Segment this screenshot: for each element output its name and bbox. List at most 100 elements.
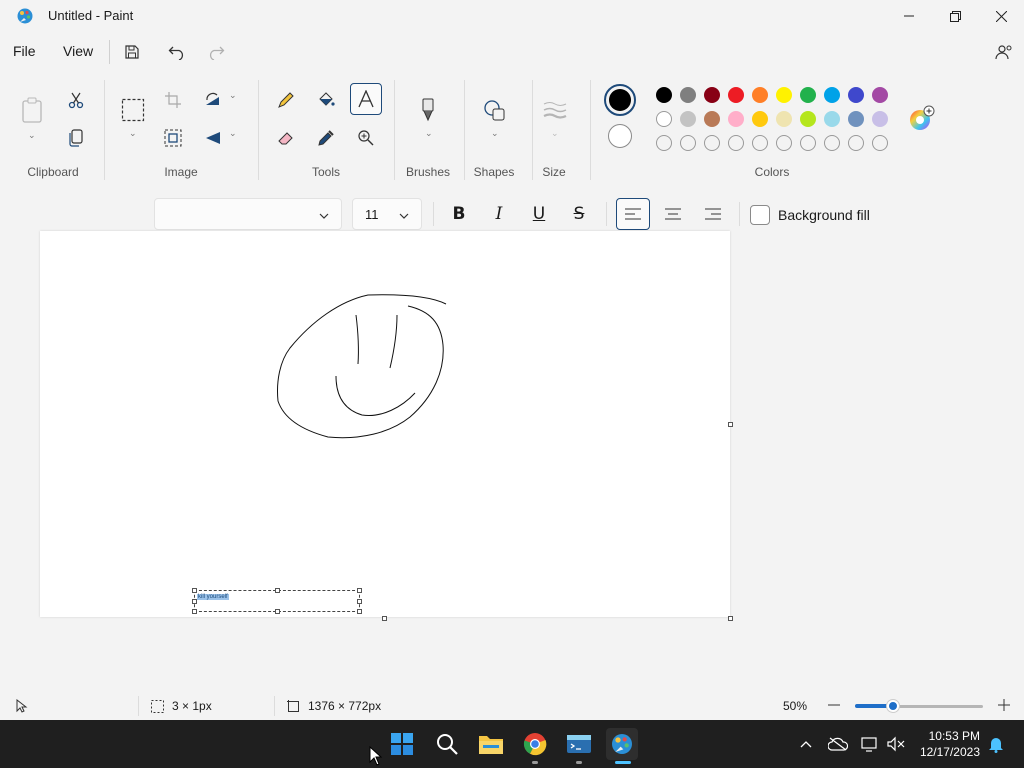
fill-bucket-icon[interactable] <box>310 84 342 116</box>
color-swatch[interactable] <box>872 111 888 127</box>
canvas-resize-handle-corner[interactable] <box>728 616 733 621</box>
cut-icon[interactable] <box>60 84 92 116</box>
color-swatch[interactable] <box>704 111 720 127</box>
drawing-canvas[interactable]: kill yourself <box>40 231 730 617</box>
color-swatch[interactable] <box>872 87 888 103</box>
custom-color-slot[interactable] <box>656 135 672 151</box>
custom-color-slot[interactable] <box>800 135 816 151</box>
custom-color-slot[interactable] <box>824 135 840 151</box>
color-swatch[interactable] <box>800 111 816 127</box>
color-swatch[interactable] <box>752 87 768 103</box>
shapes-icon[interactable] <box>478 94 510 126</box>
edit-colors-icon[interactable] <box>906 102 938 134</box>
flip-chevron-down-icon[interactable]: ⌄ <box>229 128 237 139</box>
redo-icon[interactable] <box>204 40 228 64</box>
underline-button[interactable]: U <box>522 198 556 230</box>
brush-icon[interactable] <box>412 94 444 126</box>
magnifier-icon[interactable] <box>350 122 382 154</box>
color-picker-icon[interactable] <box>310 122 342 154</box>
text-box-resize-handle[interactable] <box>275 609 280 614</box>
text-box-resize-handle[interactable] <box>275 588 280 593</box>
canvas-resize-handle-right[interactable] <box>728 422 733 427</box>
eraser-icon[interactable] <box>270 122 302 154</box>
color-swatch[interactable] <box>752 111 768 127</box>
custom-color-slot[interactable] <box>680 135 696 151</box>
rotate-chevron-down-icon[interactable]: ⌄ <box>229 90 237 101</box>
secondary-color-swatch[interactable] <box>608 124 632 148</box>
color-swatch[interactable] <box>680 87 696 103</box>
pencil-icon[interactable] <box>270 84 302 116</box>
color-swatch[interactable] <box>656 87 672 103</box>
select-icon[interactable] <box>117 94 149 126</box>
text-box-resize-handle[interactable] <box>357 588 362 593</box>
search-button[interactable] <box>431 728 463 760</box>
chrome-taskbar-button[interactable] <box>519 728 551 764</box>
file-explorer-taskbar-button[interactable] <box>475 728 507 760</box>
brush-chevron-down-icon[interactable]: ⌄ <box>425 128 433 139</box>
terminal-taskbar-button[interactable] <box>563 728 595 764</box>
select-chevron-down-icon[interactable]: ⌄ <box>129 128 137 139</box>
italic-button[interactable]: I <box>482 198 516 230</box>
zoom-out-button[interactable] <box>826 697 842 713</box>
size-icon[interactable] <box>539 94 571 126</box>
resize-icon[interactable] <box>157 122 189 154</box>
menu-file[interactable]: File <box>13 43 36 59</box>
undo-icon[interactable] <box>165 40 189 64</box>
align-center-button[interactable] <box>656 198 690 230</box>
text-tool-icon[interactable] <box>350 83 382 115</box>
custom-color-slot[interactable] <box>872 135 888 151</box>
color-swatch[interactable] <box>728 87 744 103</box>
zoom-slider-thumb[interactable] <box>887 700 900 712</box>
network-icon[interactable] <box>860 734 880 754</box>
text-box-resize-handle[interactable] <box>357 599 362 604</box>
show-hidden-icons-chevron-up-icon[interactable] <box>796 734 816 754</box>
primary-color-selector[interactable] <box>604 84 636 116</box>
paste-icon[interactable] <box>16 94 48 126</box>
custom-color-slot[interactable] <box>848 135 864 151</box>
color-swatch[interactable] <box>656 111 672 127</box>
zoom-slider-track[interactable] <box>893 705 983 708</box>
align-right-button[interactable] <box>696 198 730 230</box>
font-size-dropdown[interactable]: 11 <box>352 198 422 230</box>
text-box-resize-handle[interactable] <box>192 588 197 593</box>
color-swatch[interactable] <box>776 87 792 103</box>
color-swatch[interactable] <box>824 111 840 127</box>
color-swatch[interactable] <box>848 111 864 127</box>
minimize-button[interactable] <box>886 0 932 32</box>
share-icon[interactable] <box>992 40 1016 64</box>
strikethrough-button[interactable]: S <box>562 198 596 230</box>
notification-bell-icon[interactable] <box>986 734 1006 754</box>
color-swatch[interactable] <box>680 111 696 127</box>
paste-chevron-down-icon[interactable]: ⌄ <box>28 130 36 141</box>
color-swatch[interactable] <box>848 87 864 103</box>
text-box-resize-handle[interactable] <box>192 609 197 614</box>
onedrive-icon[interactable] <box>828 734 848 754</box>
color-swatch[interactable] <box>728 111 744 127</box>
volume-muted-icon[interactable] <box>886 734 906 754</box>
rotate-icon[interactable] <box>197 84 229 116</box>
custom-color-slot[interactable] <box>752 135 768 151</box>
shapes-chevron-down-icon[interactable]: ⌄ <box>491 128 499 139</box>
background-fill-checkbox[interactable] <box>750 205 770 225</box>
color-swatch[interactable] <box>704 87 720 103</box>
custom-color-slot[interactable] <box>776 135 792 151</box>
save-icon[interactable] <box>120 40 144 64</box>
color-swatch[interactable] <box>800 87 816 103</box>
color-swatch[interactable] <box>824 87 840 103</box>
custom-color-slot[interactable] <box>704 135 720 151</box>
crop-icon[interactable] <box>157 84 189 116</box>
zoom-in-button[interactable] <box>996 697 1012 713</box>
size-chevron-down-icon[interactable]: ⌄ <box>551 128 559 139</box>
text-box-content[interactable]: kill yourself <box>197 594 229 600</box>
flip-icon[interactable] <box>197 122 229 154</box>
copy-icon[interactable] <box>60 122 92 154</box>
custom-color-slot[interactable] <box>728 135 744 151</box>
start-button[interactable] <box>386 728 418 760</box>
close-button[interactable] <box>978 0 1024 32</box>
text-box-resize-handle[interactable] <box>357 609 362 614</box>
bold-button[interactable]: B <box>442 198 476 230</box>
restore-button[interactable] <box>932 0 978 32</box>
paint-taskbar-button[interactable] <box>606 728 638 764</box>
font-family-dropdown[interactable] <box>154 198 342 230</box>
color-swatch[interactable] <box>776 111 792 127</box>
